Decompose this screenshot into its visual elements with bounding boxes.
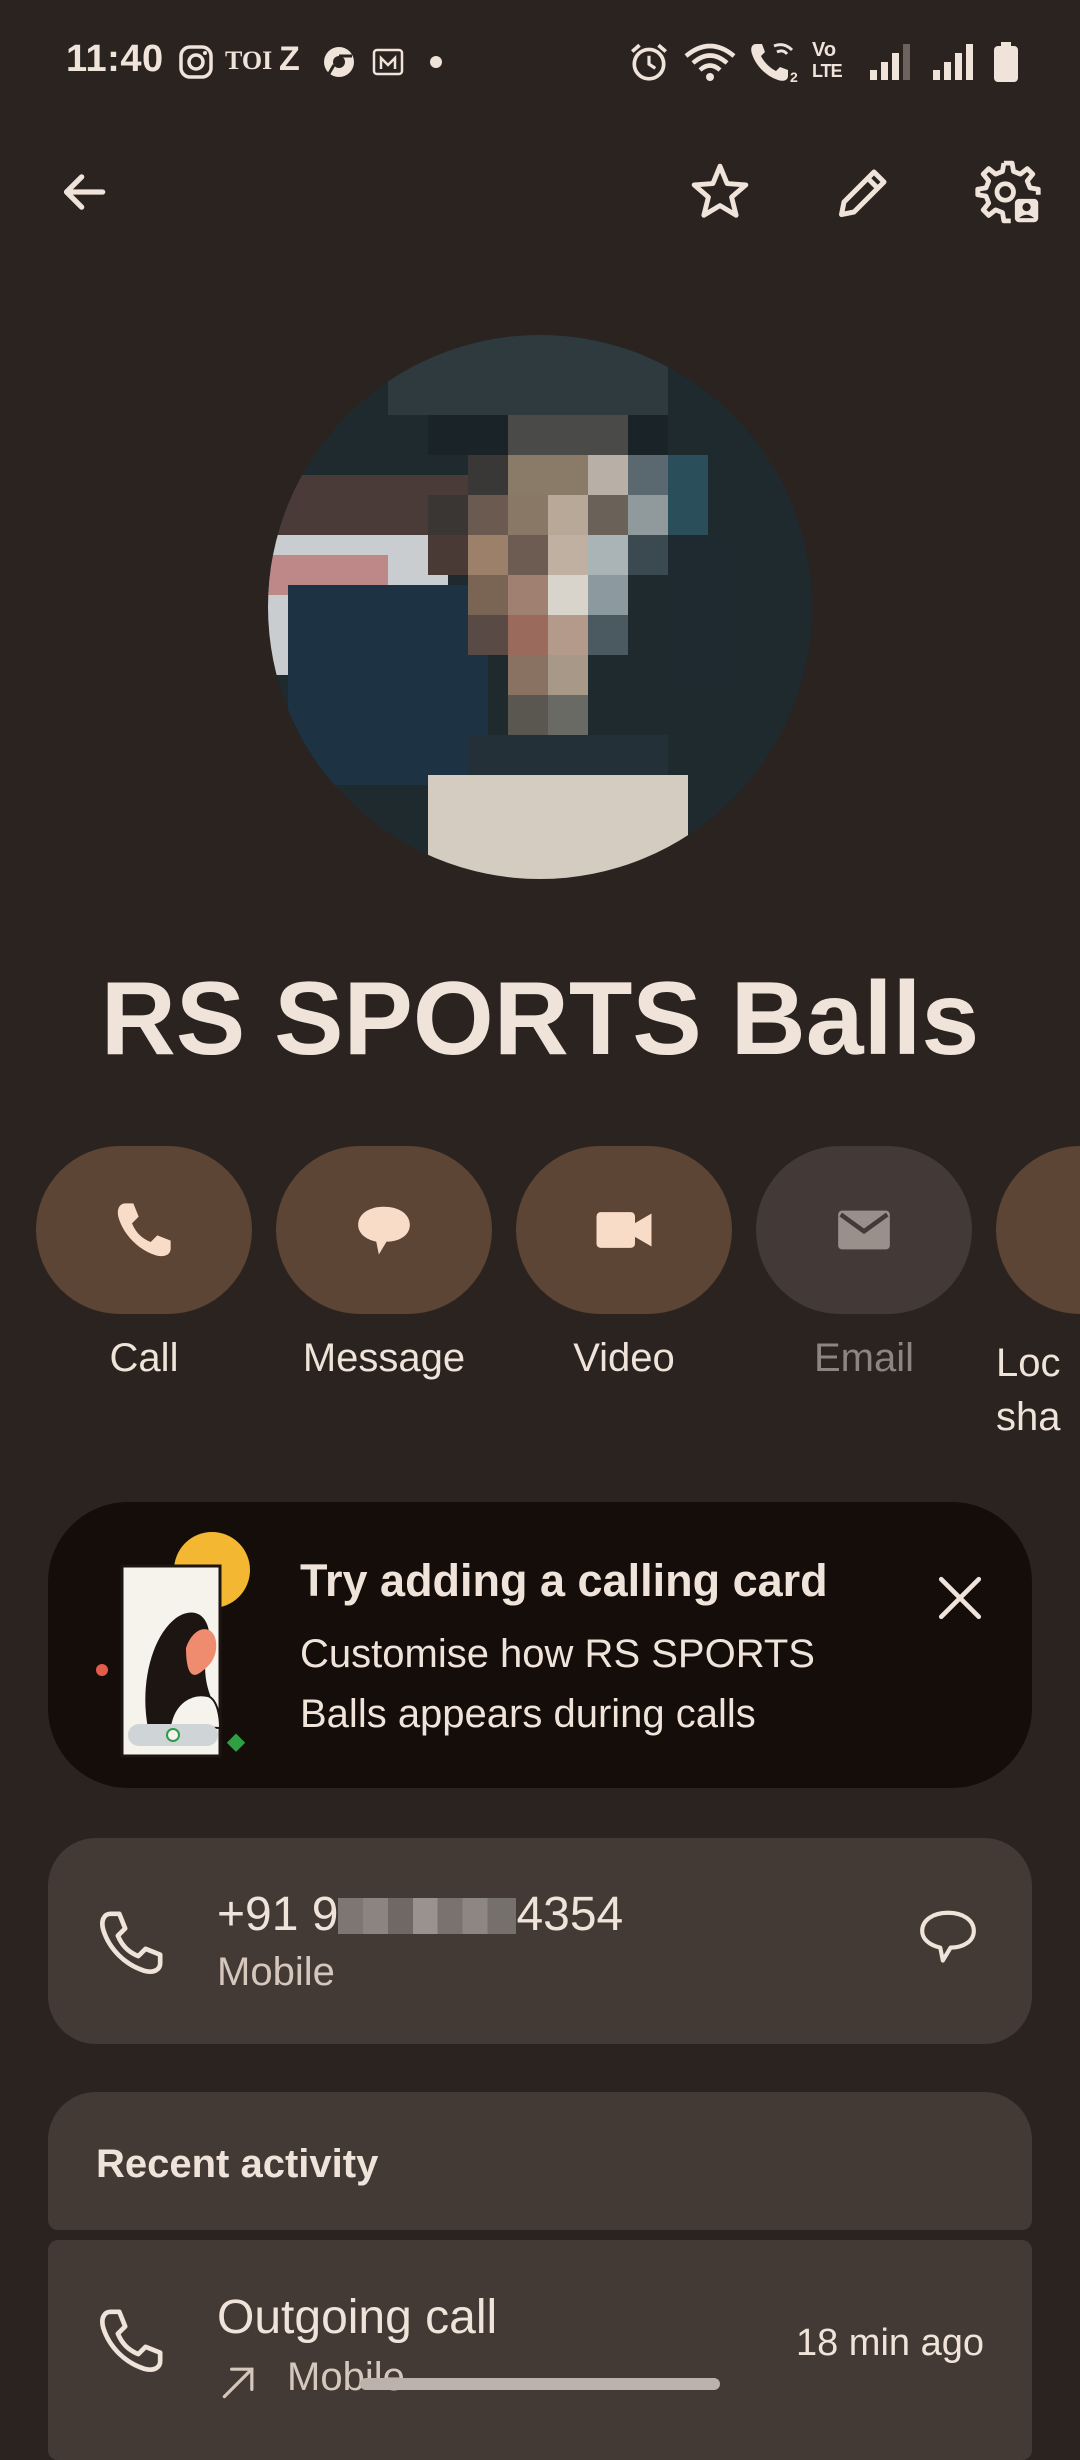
favorite-button[interactable]: [676, 148, 764, 236]
contact-avatar[interactable]: [268, 335, 812, 879]
signal-1-icon: [870, 44, 910, 80]
call-label: Call: [109, 1336, 179, 1380]
status-time: 11:40: [66, 38, 164, 80]
email-action: Email: [756, 1146, 972, 1381]
edit-button[interactable]: [820, 148, 908, 236]
phone-icon: [100, 2309, 163, 2372]
email-button: [756, 1146, 972, 1314]
message-action[interactable]: Message: [276, 1146, 492, 1381]
send-message-button[interactable]: [904, 1892, 992, 1980]
calling-card-subtitle: Customise how RS SPORTS Balls appears du…: [300, 1632, 815, 1736]
battery-icon: [994, 42, 1018, 82]
edit-pencil-icon: [839, 169, 887, 217]
volte-icon: Vo LTE: [812, 40, 862, 84]
alarm-icon: [631, 43, 667, 81]
instagram-icon: [179, 45, 213, 79]
message-button[interactable]: [276, 1146, 492, 1314]
location-share-action[interactable]: Loc sha: [996, 1146, 1080, 1476]
email-label: Email: [813, 1336, 915, 1380]
phone-type: Mobile: [217, 1950, 335, 1994]
signal-2-icon: [933, 44, 973, 80]
message-icon: [358, 1206, 410, 1255]
back-button[interactable]: [40, 148, 128, 236]
volte-top-text: Vo: [812, 39, 837, 61]
toi-icon: TOI: [225, 46, 273, 75]
wifi-call-icon: 2: [751, 43, 798, 84]
video-button[interactable]: [516, 1146, 732, 1314]
calling-card-illustration: [96, 1532, 250, 1758]
recent-item-title: Outgoing call: [217, 2291, 498, 2344]
outgoing-arrow-icon: [222, 2367, 254, 2399]
contact-settings-button[interactable]: [964, 148, 1052, 236]
contact-photo: [268, 335, 812, 879]
video-action[interactable]: Video: [516, 1146, 732, 1381]
email-icon: [838, 1210, 890, 1250]
back-arrow-icon: [63, 174, 106, 210]
recent-activity-title: Recent activity: [96, 2142, 379, 2186]
dismiss-calling-card-button[interactable]: [916, 1554, 1004, 1642]
phone-icon: [117, 1203, 171, 1257]
message-label: Message: [302, 1336, 466, 1380]
phone-icon: [100, 1911, 163, 1974]
phone-number-suffix: 4354: [516, 1888, 624, 1941]
video-icon: [596, 1212, 652, 1248]
zee-icon: Z: [279, 40, 300, 78]
close-icon: [938, 1576, 982, 1620]
phone-number[interactable]: +91 9 4354: [217, 1887, 623, 1942]
video-label: Video: [573, 1336, 675, 1380]
star-icon: [691, 163, 749, 218]
wifi-icon: [684, 43, 736, 81]
location-share-label: Loc sha: [996, 1341, 1061, 1439]
contact-name: RS SPORTS Balls: [100, 961, 980, 1077]
volte-bottom-text: LTE: [812, 61, 843, 81]
call-action[interactable]: Call: [36, 1146, 252, 1381]
m-app-icon: [372, 48, 404, 76]
location-share-button[interactable]: [996, 1146, 1080, 1314]
recent-item-time: 18 min ago: [795, 2322, 984, 2364]
phone-number-prefix: +91 9: [217, 1888, 339, 1941]
call-button[interactable]: [36, 1146, 252, 1314]
contact-settings-icon: [975, 160, 1041, 224]
redacted-digits: [338, 1898, 517, 1934]
dot-icon: [430, 56, 442, 68]
message-outline-icon: [920, 1910, 976, 1963]
calling-card-title: Try adding a calling card: [300, 1555, 828, 1606]
svg-text:2: 2: [790, 69, 798, 84]
home-indicator[interactable]: [360, 2378, 720, 2390]
chrome-icon: [324, 47, 354, 78]
